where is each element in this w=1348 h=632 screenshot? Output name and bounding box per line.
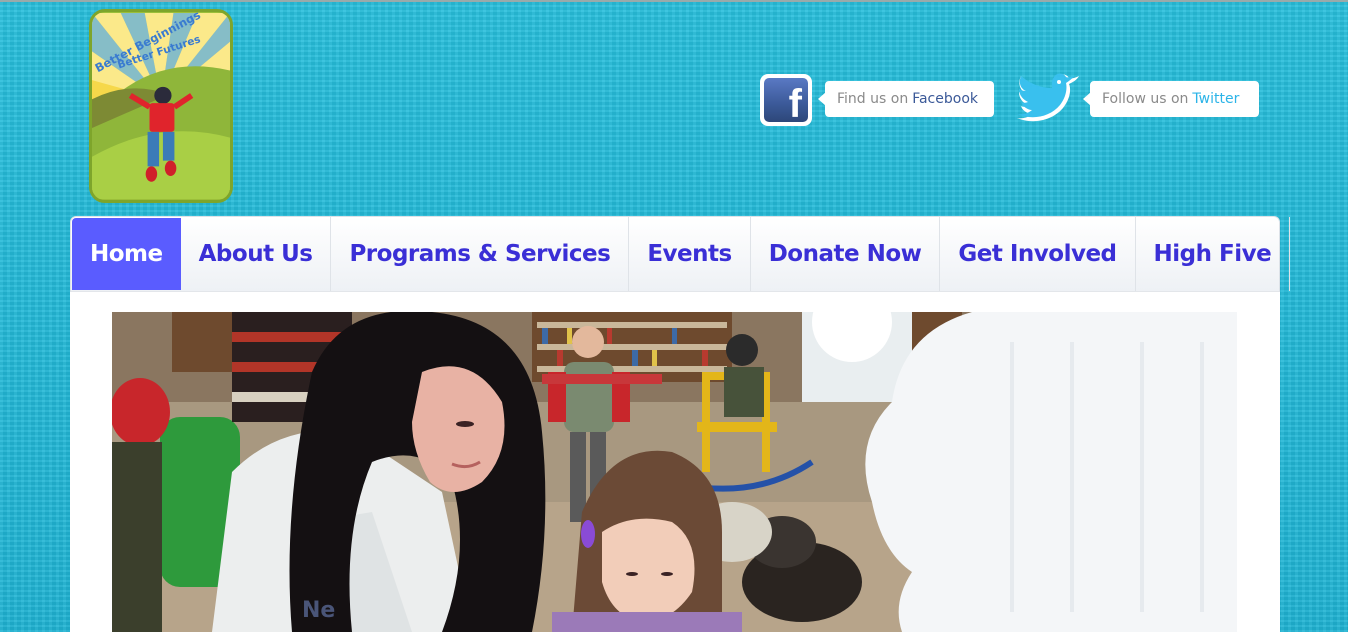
twitter-link-prefix: Follow us on bbox=[1102, 91, 1189, 107]
nav-item-events[interactable]: Events bbox=[629, 217, 751, 291]
nav-item-high-five[interactable]: High Five bbox=[1136, 217, 1291, 291]
hoodie-text: Ne bbox=[302, 598, 335, 623]
nav-item-home[interactable]: Home bbox=[72, 218, 181, 290]
facebook-link-brand: Facebook bbox=[912, 91, 978, 107]
facebook-link[interactable]: Find us on Facebook bbox=[818, 81, 994, 117]
nav-item-programs-services[interactable]: Programs & Services bbox=[331, 217, 630, 291]
nav-item-about-us[interactable]: About Us bbox=[181, 217, 332, 291]
logo-artwork: Better Beginnings Better Futures bbox=[92, 12, 230, 199]
top-border bbox=[0, 0, 1348, 2]
facebook-button[interactable]: f bbox=[760, 74, 812, 126]
main-nav: Home About Us Programs & Services Events… bbox=[70, 216, 1291, 292]
hero-slideshow-image[interactable]: Ne bbox=[112, 312, 1237, 632]
twitter-bird-icon[interactable] bbox=[1009, 72, 1081, 128]
twitter-link-brand: Twitter bbox=[1192, 91, 1240, 107]
site-logo[interactable]: Better Beginnings Better Futures bbox=[89, 9, 233, 203]
facebook-link-prefix: Find us on bbox=[837, 91, 909, 107]
facebook-glyph: f bbox=[788, 82, 802, 126]
nav-item-donate-now[interactable]: Donate Now bbox=[751, 217, 941, 291]
twitter-link[interactable]: Follow us on Twitter bbox=[1083, 81, 1259, 117]
nav-item-get-involved[interactable]: Get Involved bbox=[940, 217, 1136, 291]
hero-photo: Ne bbox=[112, 312, 1237, 632]
facebook-icon: f bbox=[764, 78, 808, 126]
